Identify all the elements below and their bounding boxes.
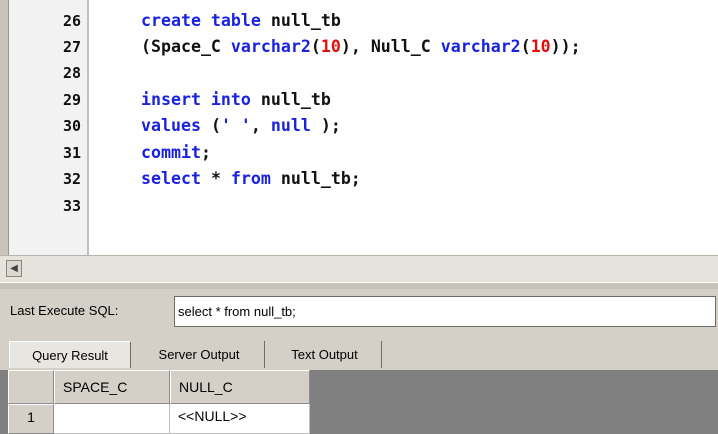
code-token: null_tb; (280, 169, 361, 188)
line-number: 28 (62, 64, 81, 82)
code-token: ( (210, 116, 221, 135)
grid-cell-null-c[interactable]: <<NULL>> (170, 404, 310, 434)
tab-text-output[interactable]: Text Output (268, 341, 382, 368)
column-header-null-c[interactable]: NULL_C (170, 370, 310, 404)
line-number: 27 (62, 38, 81, 56)
code-token: 10 (530, 37, 551, 56)
arrow-left-icon[interactable]: ◀ (6, 260, 22, 277)
code-token: insert into (141, 90, 261, 109)
code-line[interactable]: commit; (141, 143, 211, 163)
line-number: 26 (62, 12, 81, 30)
line-number: 29 (62, 91, 81, 109)
code-token: ; (200, 143, 211, 162)
grid-corner (8, 370, 54, 404)
last-execute-sql-field[interactable]: select * from null_tb; (174, 296, 716, 327)
row-number[interactable]: 1 (8, 404, 54, 434)
tab-query-result[interactable]: Query Result (9, 341, 131, 368)
code-line[interactable]: select * from null_tb; (141, 169, 361, 189)
code-token: ' ' (220, 116, 251, 135)
last-execute-bar: Last Execute SQL: select * from null_tb; (0, 289, 718, 336)
code-token: ( (520, 37, 531, 56)
code-token: )); (550, 37, 581, 56)
code-token: commit (141, 143, 201, 162)
code-token: (Space_C (141, 37, 231, 56)
result-tabs: Query Result Server Output Text Output (0, 341, 718, 369)
tab-server-output[interactable]: Server Output (134, 341, 265, 368)
line-number-gutter: 26 27 28 29 30 31 32 33 (9, 0, 89, 255)
editor-left-border (0, 0, 9, 255)
code-token: * (210, 169, 231, 188)
code-token: null_tb (260, 90, 331, 109)
code-token: , (250, 116, 271, 135)
code-token: from (230, 169, 281, 188)
line-number: 31 (62, 144, 81, 162)
code-line[interactable]: (Space_C varchar2(10), Null_C varchar2(1… (141, 37, 581, 57)
code-token: null_tb (270, 11, 341, 30)
code-token: select (141, 169, 211, 188)
line-number: 30 (62, 117, 81, 135)
line-number: 32 (62, 170, 81, 188)
last-execute-label: Last Execute SQL: (10, 303, 119, 318)
sql-editor[interactable]: 26 27 28 29 30 31 32 33 create table nul… (0, 0, 718, 255)
column-header-space-c[interactable]: SPACE_C (54, 370, 170, 404)
code-line[interactable]: values (' ', null ); (141, 116, 341, 136)
code-token: 10 (320, 37, 341, 56)
result-grid[interactable]: SPACE_C NULL_C 1 <<NULL>> (0, 370, 718, 434)
code-token: create table (141, 11, 271, 30)
code-token: varchar2 (440, 37, 521, 56)
code-token: ); (310, 116, 341, 135)
code-token: ), Null_C (340, 37, 441, 56)
code-token: varchar2 (230, 37, 311, 56)
code-token: null (270, 116, 311, 135)
grid-cell-space-c[interactable] (54, 404, 170, 434)
horizontal-scrollbar[interactable]: ◀ (0, 255, 718, 283)
code-line[interactable]: create table null_tb (141, 11, 341, 31)
code-token: ( (310, 37, 321, 56)
code-token: values (141, 116, 211, 135)
code-line[interactable]: insert into null_tb (141, 90, 331, 110)
line-number: 33 (62, 197, 81, 215)
